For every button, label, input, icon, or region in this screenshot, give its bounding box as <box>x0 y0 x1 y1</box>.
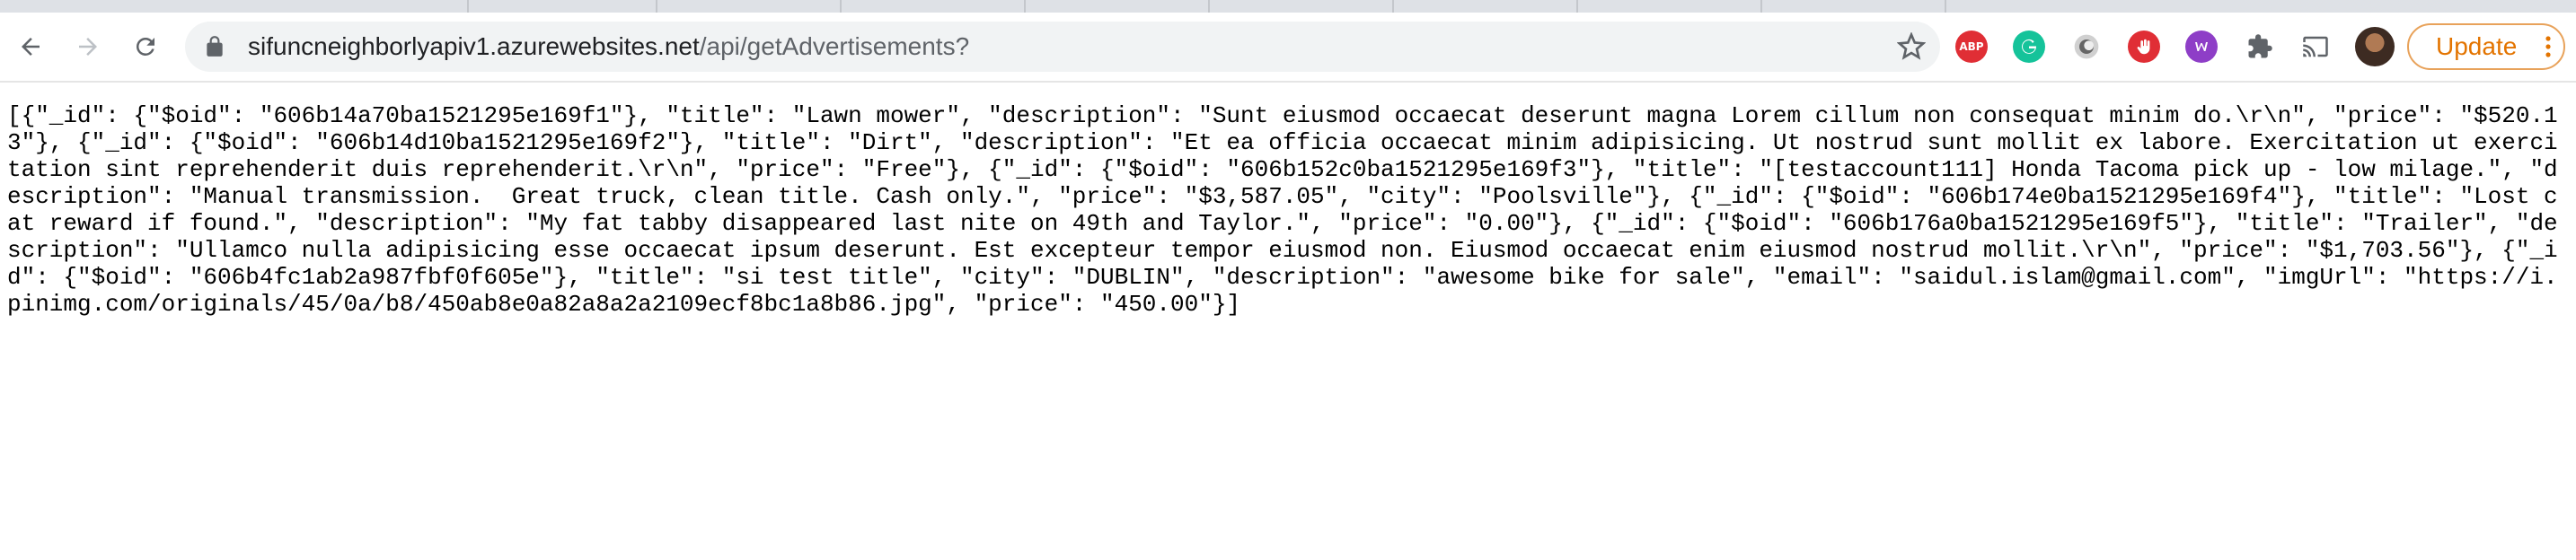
url-path: /api/getAdvertisements? <box>699 32 970 60</box>
puzzle-piece-icon <box>2248 34 2272 58</box>
lock-icon[interactable] <box>203 35 226 58</box>
tab-divider <box>1392 0 1394 13</box>
circle-extension-icon[interactable] <box>2070 31 2103 63</box>
json-response-text: [{"_id": {"$oid": "606b14a70ba1521295e16… <box>7 102 2558 318</box>
address-bar[interactable]: sifuncneighborlyapiv1.azurewebsites.net/… <box>185 22 1940 72</box>
cast-icon <box>2303 36 2328 57</box>
browser-toolbar: sifuncneighborlyapiv1.azurewebsites.net/… <box>0 13 2576 83</box>
tab-divider <box>1208 0 1210 13</box>
forward-button[interactable] <box>68 27 108 66</box>
tab-divider <box>1576 0 1578 13</box>
adblock-plus-label: ABP <box>1959 40 1984 53</box>
back-button[interactable] <box>11 27 50 66</box>
tab-divider <box>467 0 469 13</box>
page-content: [{"_id": {"$oid": "606b14a70ba1521295e16… <box>7 102 2567 318</box>
update-label: Update <box>2436 32 2518 60</box>
grammarly-g-icon <box>2022 39 2037 54</box>
tab-strip <box>0 0 2576 13</box>
url-text[interactable]: sifuncneighborlyapiv1.azurewebsites.net/… <box>248 22 969 72</box>
hand-icon <box>2137 39 2150 55</box>
url-host: sifuncneighborlyapiv1.azurewebsites.net <box>248 32 700 60</box>
arrow-left-icon <box>22 38 40 56</box>
w-letter-icon <box>2195 42 2208 51</box>
tab-divider <box>656 0 657 13</box>
hand-stop-icon[interactable] <box>2128 31 2160 63</box>
extensions-button[interactable] <box>2240 27 2280 66</box>
update-button[interactable]: Update <box>2407 23 2565 70</box>
tab-divider <box>1024 0 1026 13</box>
adblock-plus-icon[interactable]: ABP <box>1955 31 1988 63</box>
half-circle-icon <box>2074 34 2099 59</box>
cast-button[interactable] <box>2296 27 2335 66</box>
tab-divider <box>840 0 842 13</box>
reload-icon <box>136 37 154 56</box>
more-vertical-icon <box>2545 36 2551 57</box>
grammarly-icon[interactable] <box>2013 31 2045 63</box>
tab-divider <box>1945 0 1946 13</box>
arrow-right-icon <box>79 38 97 56</box>
profile-avatar[interactable] <box>2355 27 2395 66</box>
purple-w-icon[interactable] <box>2185 31 2218 63</box>
reload-button[interactable] <box>126 27 165 66</box>
tab-divider <box>1760 0 1762 13</box>
bookmark-star-icon[interactable] <box>1897 32 1926 61</box>
